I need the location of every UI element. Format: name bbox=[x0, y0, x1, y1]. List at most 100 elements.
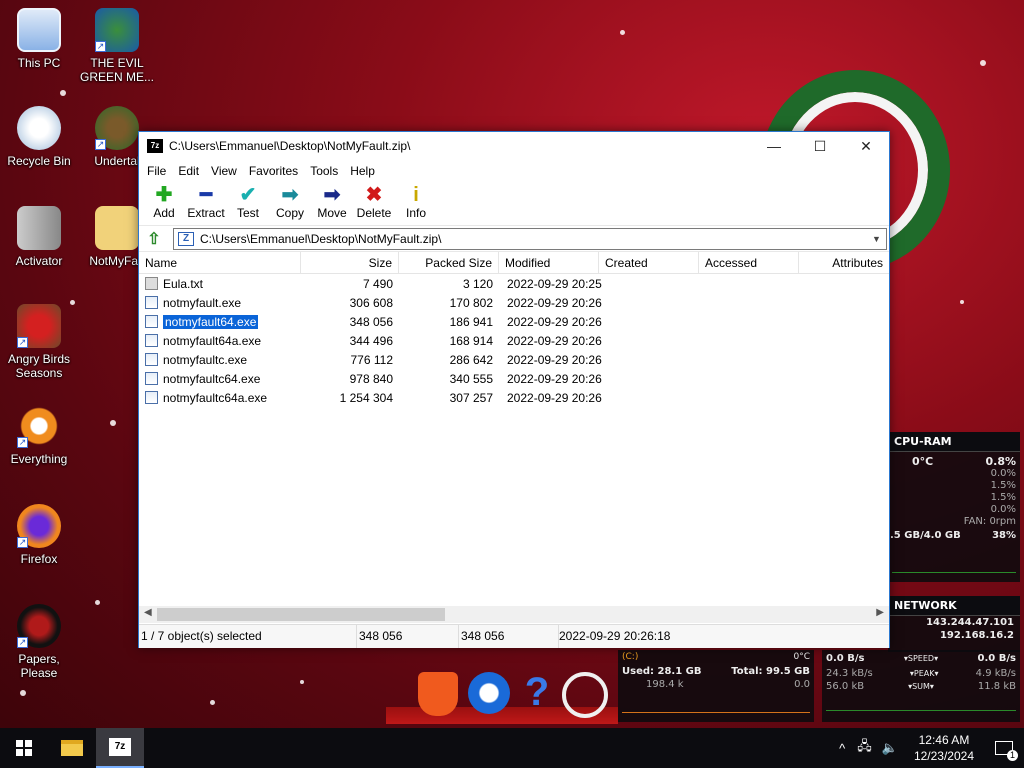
fan-speed: FAN: 0rpm bbox=[963, 516, 1016, 527]
toolbar-delete-button[interactable]: ✖ Delete bbox=[353, 182, 395, 220]
maximize-button[interactable]: ☐ bbox=[797, 132, 843, 160]
toolbar-extract-button[interactable]: ━ Extract bbox=[185, 182, 227, 220]
file-name: notmyfault64.exe bbox=[163, 314, 259, 329]
close-button[interactable]: ✕ bbox=[843, 132, 889, 160]
menu-help[interactable]: Help bbox=[344, 164, 381, 178]
desktop-icon-recycle-bin[interactable]: Recycle Bin bbox=[0, 106, 78, 168]
desktop-icon-angry-birds[interactable]: ↗ Angry Birds Seasons bbox=[0, 304, 78, 380]
help-icon[interactable]: ? bbox=[520, 668, 554, 716]
col-packed-size[interactable]: Packed Size bbox=[399, 252, 499, 273]
refresh-icon[interactable] bbox=[562, 672, 608, 718]
cpu-temp: 0°C bbox=[912, 455, 934, 468]
net-graph bbox=[826, 695, 1016, 711]
up-folder-icon[interactable]: ⇧ bbox=[143, 228, 165, 250]
file-size: 7 490 bbox=[362, 276, 393, 291]
net-speed-label: ▾SPEED▾ bbox=[903, 654, 939, 663]
menu-favorites[interactable]: Favorites bbox=[243, 164, 304, 178]
executable-file-icon bbox=[145, 296, 158, 309]
file-name: notmyfaultc.exe bbox=[163, 352, 248, 367]
ram-percent: 38% bbox=[992, 530, 1016, 541]
chevron-down-icon[interactable]: ▼ bbox=[872, 234, 886, 244]
network-icon[interactable]: 🖧 bbox=[853, 737, 876, 759]
file-name-cell: notmyfault64a.exe bbox=[139, 334, 301, 348]
file-row[interactable]: notmyfaultc.exe 776 112 286 642 2022-09-29 … bbox=[139, 350, 889, 369]
taskbar-7zip[interactable]: 7z bbox=[96, 728, 144, 768]
menu-view[interactable]: View bbox=[205, 164, 243, 178]
volume-icon[interactable]: 🔈 bbox=[876, 740, 904, 756]
col-modified[interactable]: Modified bbox=[499, 252, 599, 273]
system-tray: ^ 🖧 🔈 12:46 AM 12/23/2024 1 bbox=[831, 728, 1024, 768]
scroll-left-icon[interactable]: ◀ bbox=[144, 607, 152, 618]
net-up-sum: 11.8 kB bbox=[977, 681, 1016, 692]
file-row[interactable]: notmyfault64.exe 348 056 186 941 2022-09-29… bbox=[139, 312, 889, 331]
toolbar-copy-button[interactable]: ➡ Copy bbox=[269, 182, 311, 220]
status-packed: 348 056 bbox=[459, 625, 559, 648]
cpu-core-1: 1.5% bbox=[990, 480, 1016, 491]
network-widget: NETWORK 143.244.47.101 192.168.16.2 bbox=[888, 596, 1020, 652]
title-bar[interactable]: 7z C:\Users\Emmanuel\Desktop\NotMyFault.… bbox=[139, 132, 889, 160]
toolbar-info-button[interactable]: i Info bbox=[395, 182, 437, 220]
zip-folder-icon bbox=[95, 206, 139, 250]
wise-care-icon[interactable] bbox=[468, 672, 510, 714]
file-row[interactable]: notmyfaultc64a.exe 1 254 304 307 257 2022-0… bbox=[139, 388, 889, 407]
status-modified: 2022-09-29 20:26:18 bbox=[559, 629, 671, 643]
file-row[interactable]: notmyfault.exe 306 608 170 802 2022-09-29 2… bbox=[139, 293, 889, 312]
toolbar-add-button[interactable]: ✚ Add bbox=[143, 182, 185, 220]
tray-chevron-up-icon[interactable]: ^ bbox=[831, 741, 853, 756]
net-down-sum: 56.0 kB bbox=[826, 681, 865, 692]
file-packed-size: 286 642 bbox=[449, 352, 493, 367]
file-size: 306 608 bbox=[349, 295, 393, 310]
minimize-button[interactable]: — bbox=[751, 132, 797, 160]
menu-edit[interactable]: Edit bbox=[172, 164, 205, 178]
file-name: notmyfaultc64a.exe bbox=[163, 390, 268, 405]
menu-tools[interactable]: Tools bbox=[304, 164, 344, 178]
file-size: 978 840 bbox=[349, 371, 393, 386]
file-modified: 2022-09-29 20:26 bbox=[507, 371, 602, 386]
file-row[interactable]: notmyfaultc64.exe 978 840 340 555 2022-09-2… bbox=[139, 369, 889, 388]
file-modified: 2022-09-29 20:26 bbox=[507, 352, 602, 367]
notification-button[interactable]: 1 bbox=[984, 728, 1024, 768]
horizontal-scrollbar[interactable]: ◀ ▶ bbox=[139, 606, 889, 623]
desktop-icon-papers-please[interactable]: ↗ Papers, Please bbox=[0, 604, 78, 680]
brave-icon[interactable] bbox=[418, 672, 458, 716]
file-packed-size: 307 257 bbox=[449, 390, 493, 405]
disk-write: 0.0 bbox=[794, 679, 810, 690]
net-up-peak: 4.9 kB/s bbox=[975, 668, 1016, 679]
info-icon: i bbox=[413, 184, 419, 206]
toolbar-test-button[interactable]: ✔ Test bbox=[227, 182, 269, 220]
col-name[interactable]: Name bbox=[139, 252, 301, 273]
file-name-cell: notmyfaultc.exe bbox=[139, 353, 301, 367]
start-button[interactable] bbox=[0, 728, 48, 768]
menu-file[interactable]: File bbox=[141, 164, 172, 178]
taskbar-file-explorer[interactable] bbox=[48, 728, 96, 768]
col-attributes[interactable]: Attributes bbox=[799, 252, 889, 273]
disk-used: Used: 28.1 GB bbox=[622, 666, 702, 677]
taskbar: 7z ^ 🖧 🔈 12:46 AM 12/23/2024 1 bbox=[0, 728, 1024, 768]
clock[interactable]: 12:46 AM 12/23/2024 bbox=[904, 732, 984, 764]
col-size[interactable]: Size bbox=[301, 252, 399, 273]
toolbar-move-button[interactable]: ➡ Move bbox=[311, 182, 353, 220]
ip-local: 192.168.16.2 bbox=[939, 630, 1014, 641]
desktop-icon-activator[interactable]: Activator bbox=[0, 206, 78, 268]
windows-logo-icon bbox=[16, 740, 32, 756]
address-field[interactable]: Z C:\Users\Emmanuel\Desktop\NotMyFault.z… bbox=[173, 227, 887, 250]
column-header: Name Size Packed Size Modified Created A… bbox=[139, 252, 889, 274]
file-name-cell: notmyfault.exe bbox=[139, 296, 301, 310]
disk-total: Total: 99.5 GB bbox=[731, 666, 810, 677]
net-sum-label: ▾SUM▾ bbox=[908, 682, 934, 691]
scroll-right-icon[interactable]: ▶ bbox=[876, 607, 884, 618]
executable-file-icon bbox=[145, 353, 158, 366]
desktop-icon-evil-green[interactable]: ↗ THE EVIL GREEN ME... bbox=[78, 8, 156, 84]
col-accessed[interactable]: Accessed bbox=[699, 252, 799, 273]
net-up-speed: 0.0 B/s bbox=[977, 653, 1016, 664]
clock-time: 12:46 AM bbox=[918, 733, 970, 747]
file-row[interactable]: notmyfault64a.exe 344 496 168 914 2022-09-2… bbox=[139, 331, 889, 350]
desktop-icon-firefox[interactable]: ↗ Firefox bbox=[0, 504, 78, 566]
desktop-icon-everything[interactable]: ↗ Everything bbox=[0, 404, 78, 466]
scroll-thumb[interactable] bbox=[157, 608, 445, 621]
file-row[interactable]: Eula.txt 7 490 3 120 2022-09-29 20:25 bbox=[139, 274, 889, 293]
cpu-graph bbox=[892, 545, 1016, 573]
col-created[interactable]: Created bbox=[599, 252, 699, 273]
delete-icon: ✖ bbox=[365, 184, 383, 206]
desktop-icon-this-pc[interactable]: This PC bbox=[0, 8, 78, 70]
